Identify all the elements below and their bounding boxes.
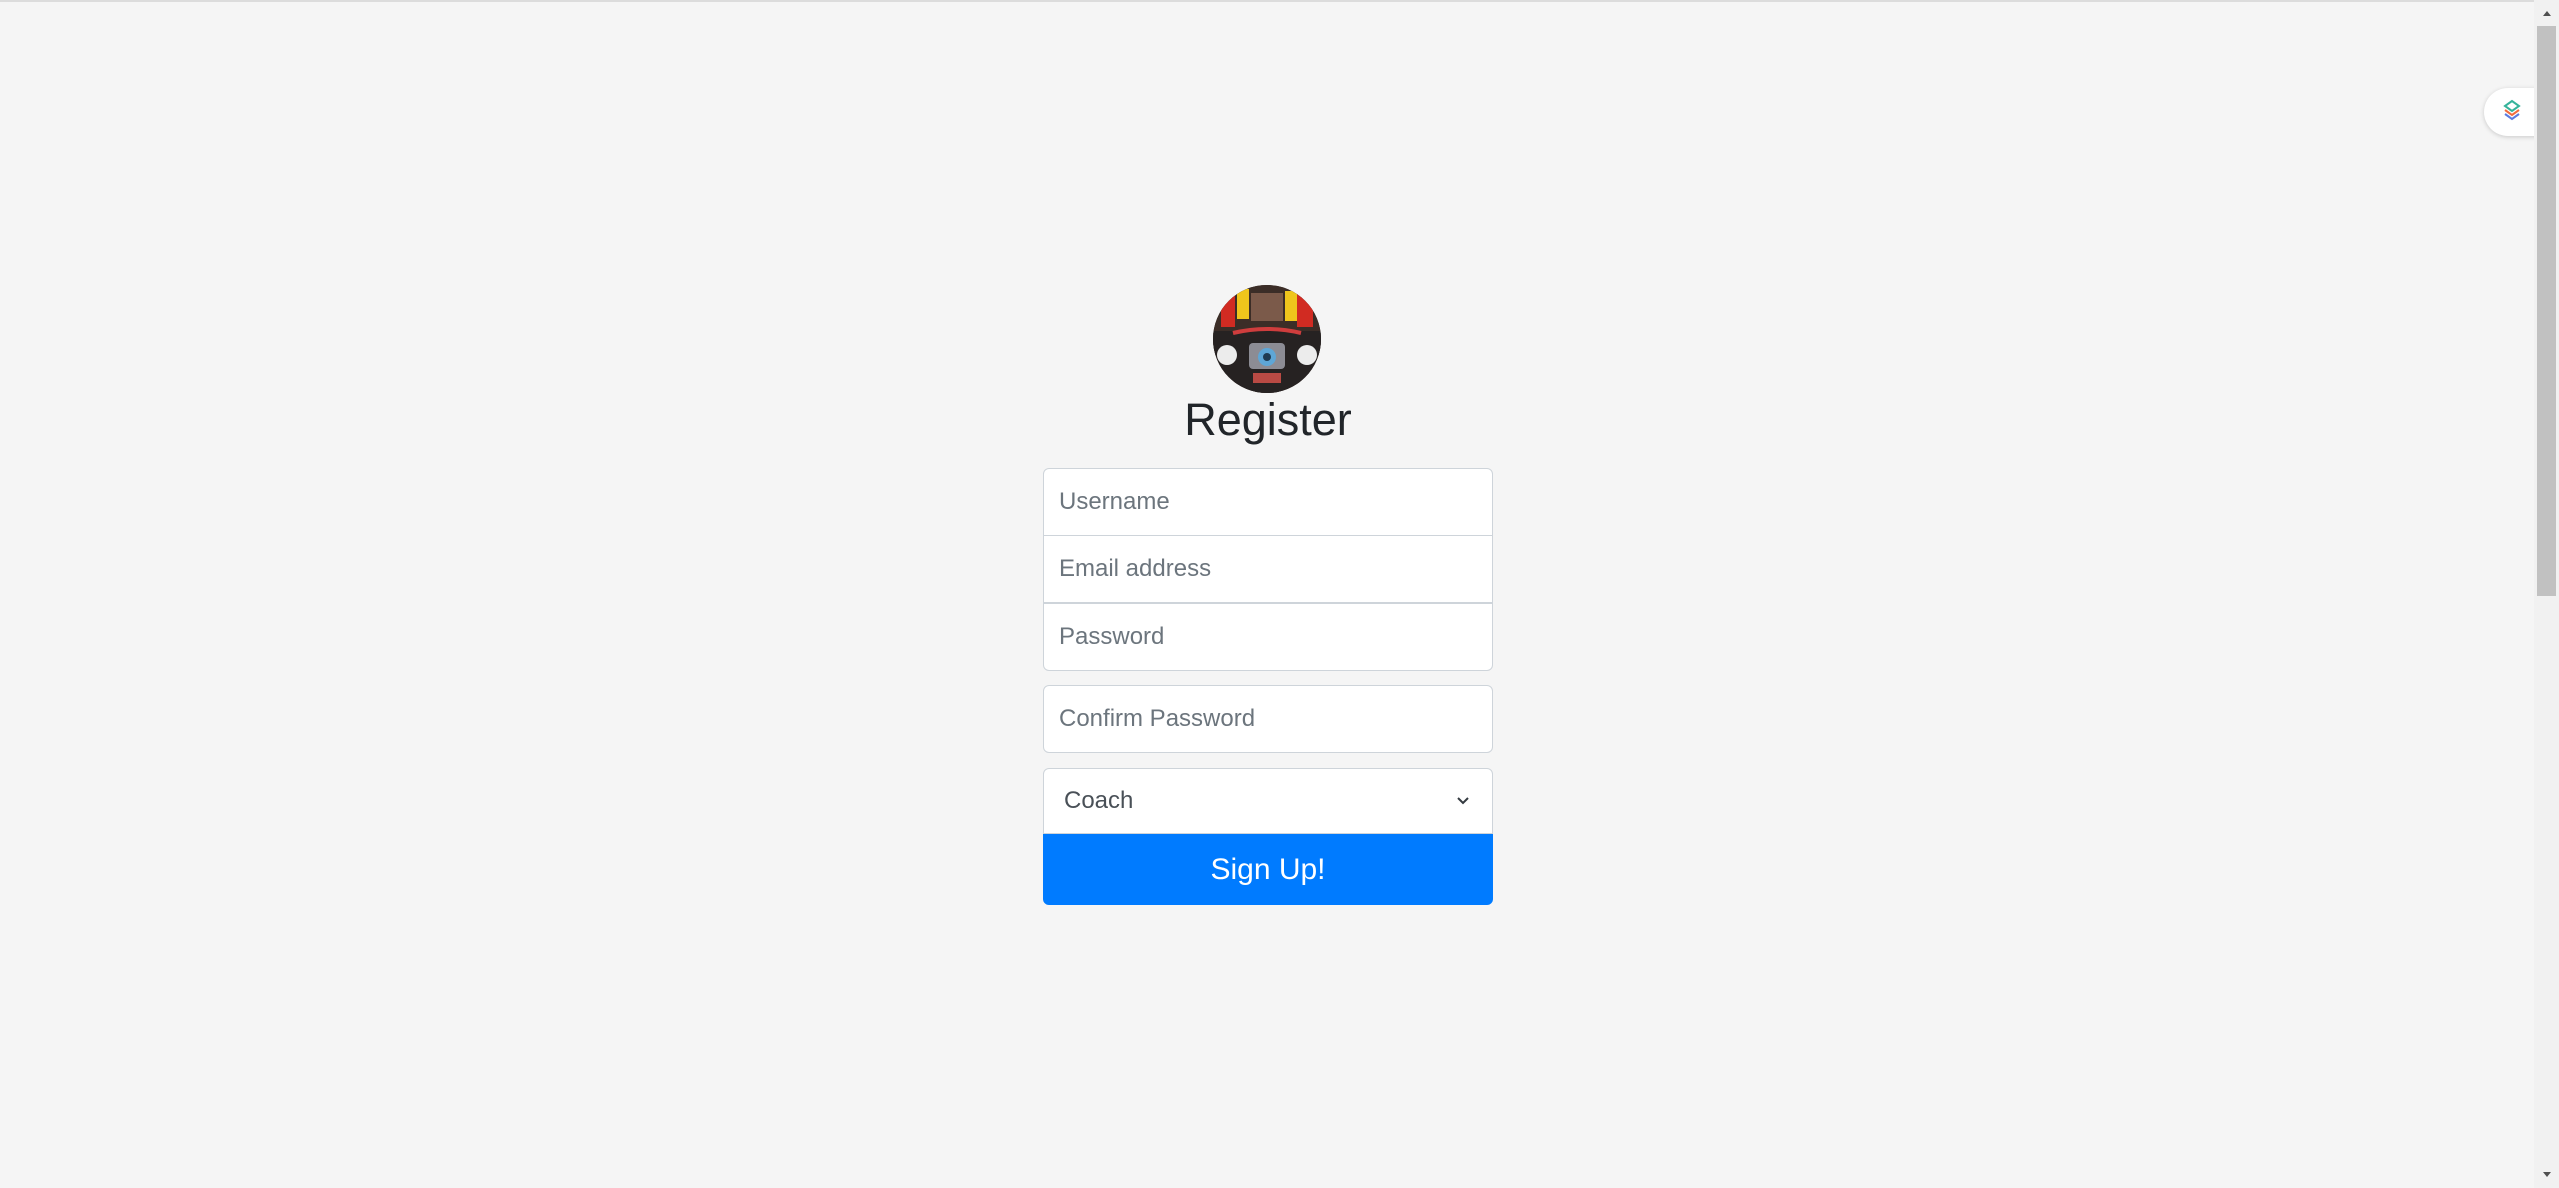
extension-badge[interactable] xyxy=(2484,88,2540,136)
avatar-image xyxy=(1213,285,1321,393)
top-border xyxy=(0,0,2534,2)
extension-badge-icon xyxy=(2499,97,2525,128)
password-input[interactable] xyxy=(1043,603,1493,671)
role-select-value: Coach xyxy=(1064,787,1134,814)
page-title: Register xyxy=(1184,394,1352,445)
email-input[interactable] xyxy=(1043,536,1493,603)
role-select[interactable]: Coach xyxy=(1043,768,1493,834)
avatar xyxy=(1213,285,1321,393)
scroll-down-arrow-icon[interactable] xyxy=(2534,1166,2559,1184)
scroll-up-arrow-icon[interactable] xyxy=(2534,4,2559,22)
confirm-password-input[interactable] xyxy=(1043,685,1493,753)
chevron-down-icon xyxy=(1454,792,1472,810)
scroll-thumb[interactable] xyxy=(2537,26,2556,596)
username-input[interactable] xyxy=(1043,468,1493,536)
vertical-scrollbar[interactable] xyxy=(2534,0,2559,1188)
sign-up-button[interactable]: Sign Up! xyxy=(1043,834,1493,905)
